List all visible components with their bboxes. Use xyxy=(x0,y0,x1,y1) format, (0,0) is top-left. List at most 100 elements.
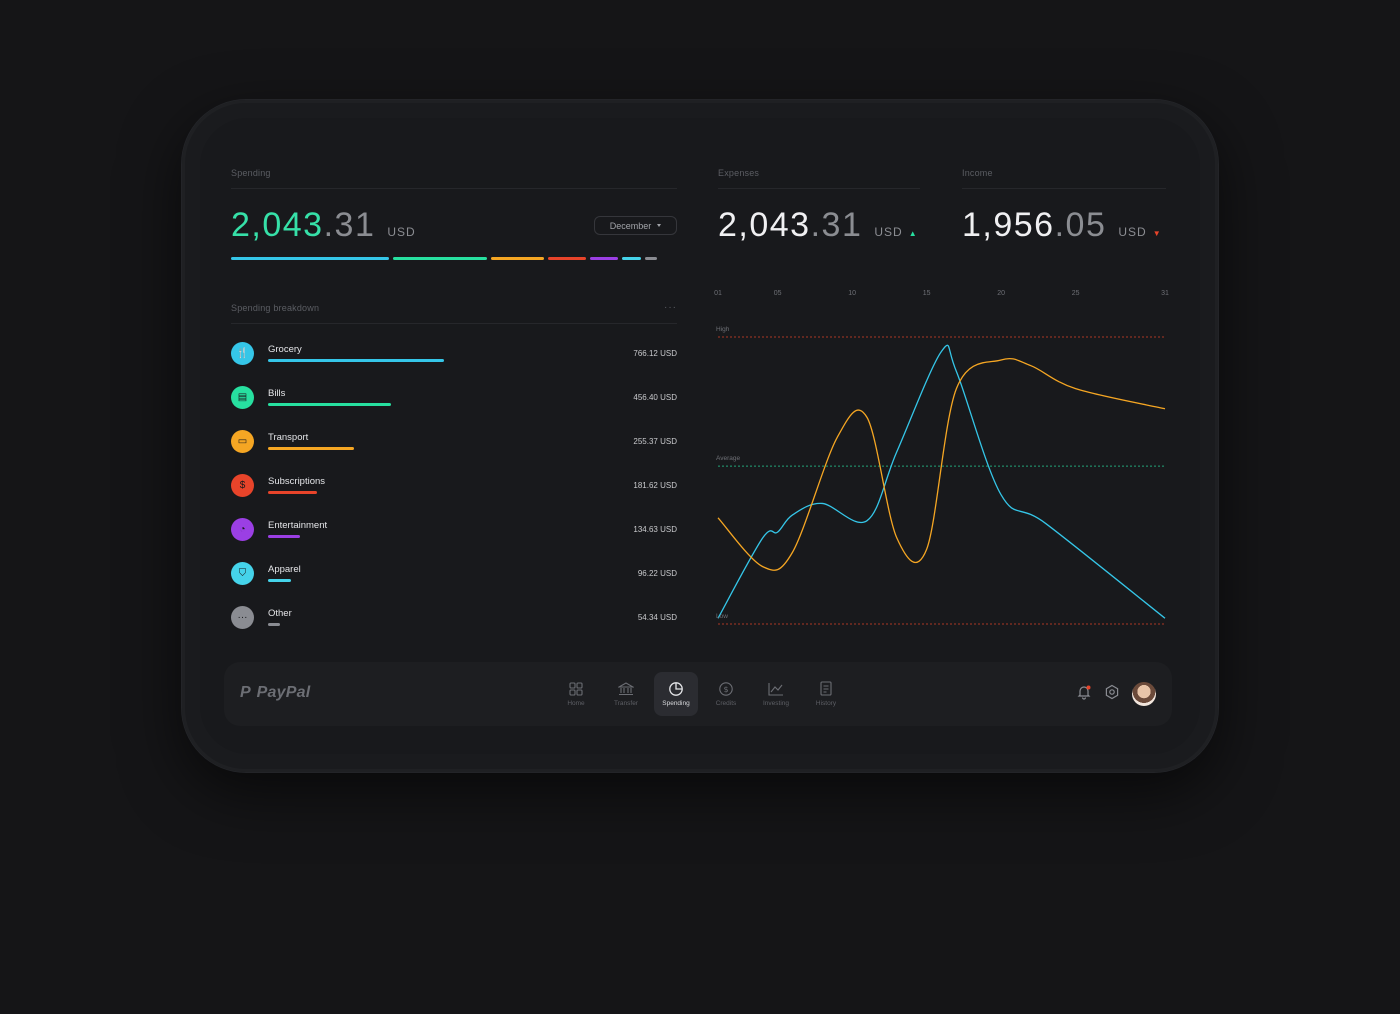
month-dropdown[interactable]: December xyxy=(594,216,677,235)
income-total: 1,956 .05 USD ▼ xyxy=(962,206,1161,245)
fork-knife-icon: 🍴 xyxy=(231,342,254,365)
income-amount-decimal: .05 xyxy=(1054,206,1107,244)
header-actions xyxy=(1076,682,1156,706)
category-bar xyxy=(268,579,291,582)
svg-text:$: $ xyxy=(723,685,728,694)
breakdown-item-transport[interactable]: ▭ Transport 255.37 USD xyxy=(231,428,677,472)
expenses-currency: USD xyxy=(874,225,903,239)
line-chart-icon xyxy=(768,681,784,697)
expenses-amount-integer: 2,043 xyxy=(718,206,811,244)
dollar-icon: $ xyxy=(231,474,254,497)
series-line-2 xyxy=(717,357,1166,571)
nav-spending[interactable]: Spending xyxy=(654,672,698,716)
divider xyxy=(231,188,677,189)
bell-icon[interactable] xyxy=(1076,684,1092,705)
breakdown-item-other[interactable]: ··· Other 54.34 USD xyxy=(231,604,677,648)
category-name: Apparel xyxy=(268,564,301,575)
category-name: Grocery xyxy=(268,344,302,355)
nav-label: History xyxy=(815,700,837,707)
pie-chart-icon xyxy=(668,681,684,697)
nav-investing[interactable]: Investing xyxy=(754,672,798,716)
category-bar xyxy=(268,403,392,406)
chart-plot xyxy=(717,336,1166,625)
category-bar xyxy=(268,535,300,538)
category-name: Other xyxy=(268,608,292,619)
breakdown-item-bills[interactable]: ▤ Bills 456.40 USD xyxy=(231,384,677,428)
distribution-segment xyxy=(621,257,642,260)
category-bar xyxy=(268,623,281,626)
receipt-icon: ▤ xyxy=(231,386,254,409)
spending-header: Spending xyxy=(231,168,677,189)
gear-icon[interactable] xyxy=(1104,684,1120,705)
category-amount: 54.34 USD xyxy=(637,613,677,622)
category-amount: 255.37 USD xyxy=(633,437,677,446)
trend-down-icon: ▼ xyxy=(1152,229,1161,238)
more-options-icon[interactable]: ··· xyxy=(664,302,677,313)
brand-name: PayPal xyxy=(256,684,311,701)
income-header: Income xyxy=(962,168,1166,189)
spending-line-chart: 01 05 10 15 20 25 31 High Average Low xyxy=(714,290,1170,630)
category-amount: 96.22 USD xyxy=(637,569,677,578)
breakdown-item-subscriptions[interactable]: $ Subscriptions 181.62 USD xyxy=(231,472,677,516)
distribution-segment xyxy=(645,257,657,260)
income-amount-integer: 1,956 xyxy=(962,206,1055,244)
nav-label: Transfer xyxy=(614,700,638,707)
breakdown-header: Spending breakdown ··· xyxy=(231,302,677,324)
breakdown-label: Spending breakdown xyxy=(231,302,320,313)
main-nav: Home Transfer Spending $ Credits Investing His… xyxy=(554,672,848,716)
category-name: Bills xyxy=(268,388,286,399)
income-currency: USD xyxy=(1118,225,1147,239)
expenses-header: Expenses xyxy=(718,168,920,189)
spending-amount-decimal: .31 xyxy=(323,206,376,244)
spending-label: Spending xyxy=(231,168,271,178)
distribution-segment xyxy=(589,257,618,260)
shirt-icon: ⛉ xyxy=(231,562,254,585)
paypal-p-icon: P xyxy=(240,684,251,701)
low-line-label: Low xyxy=(716,613,728,620)
expenses-amount-decimal: .31 xyxy=(810,206,863,244)
expenses-label: Expenses xyxy=(718,168,760,178)
breakdown-list: 🍴 Grocery 766.12 USD ▤ Bills 456.40 USD ▭ Trans… xyxy=(231,340,677,648)
divider xyxy=(962,188,1166,189)
chevron-down-icon xyxy=(657,224,662,227)
nav-label: Investing xyxy=(762,700,790,707)
bank-icon xyxy=(618,681,634,697)
nav-label: Home xyxy=(567,700,585,707)
document-icon xyxy=(818,681,834,697)
spending-distribution-bar xyxy=(231,257,677,260)
category-name: Transport xyxy=(268,432,309,443)
paypal-logo[interactable]: P PayPal xyxy=(240,684,310,702)
category-bar xyxy=(268,359,444,362)
category-bar xyxy=(268,447,355,450)
distribution-segment xyxy=(491,257,545,260)
category-amount: 181.62 USD xyxy=(633,481,677,490)
app-screen: Spending 2,043 .31 USD December Spending… xyxy=(200,118,1200,754)
distribution-segment xyxy=(393,257,488,260)
nav-home[interactable]: Home xyxy=(554,672,598,716)
distribution-segment xyxy=(231,257,390,260)
nav-label: Credits xyxy=(715,700,737,707)
category-bar xyxy=(268,491,318,494)
car-icon: ▭ xyxy=(231,430,254,453)
category-amount: 456.40 USD xyxy=(633,393,677,402)
breakdown-item-apparel[interactable]: ⛉ Apparel 96.22 USD xyxy=(231,560,677,604)
bottom-dock: P PayPal Home Transfer Spending $ Credits Inv… xyxy=(224,662,1172,726)
nav-transfer[interactable]: Transfer xyxy=(604,672,648,716)
distribution-segment xyxy=(548,257,586,260)
category-amount: 766.12 USD xyxy=(633,349,677,358)
divider xyxy=(231,323,677,324)
income-label: Income xyxy=(962,168,993,178)
series-line-1 xyxy=(717,344,1166,619)
average-line-label: Average xyxy=(716,455,741,463)
category-name: Entertainment xyxy=(268,520,328,531)
avatar[interactable] xyxy=(1132,682,1156,706)
nav-history[interactable]: History xyxy=(804,672,848,716)
category-name: Subscriptions xyxy=(268,476,326,487)
nav-label: Spending xyxy=(662,700,690,707)
divider xyxy=(718,188,920,189)
high-line-label: High xyxy=(716,326,730,333)
nav-credits[interactable]: $ Credits xyxy=(704,672,748,716)
breakdown-item-grocery[interactable]: 🍴 Grocery 766.12 USD xyxy=(231,340,677,384)
breakdown-item-entertainment[interactable]: ◔ Entertainment 134.63 USD xyxy=(231,516,677,560)
trend-up-icon: ▲ xyxy=(908,229,917,238)
